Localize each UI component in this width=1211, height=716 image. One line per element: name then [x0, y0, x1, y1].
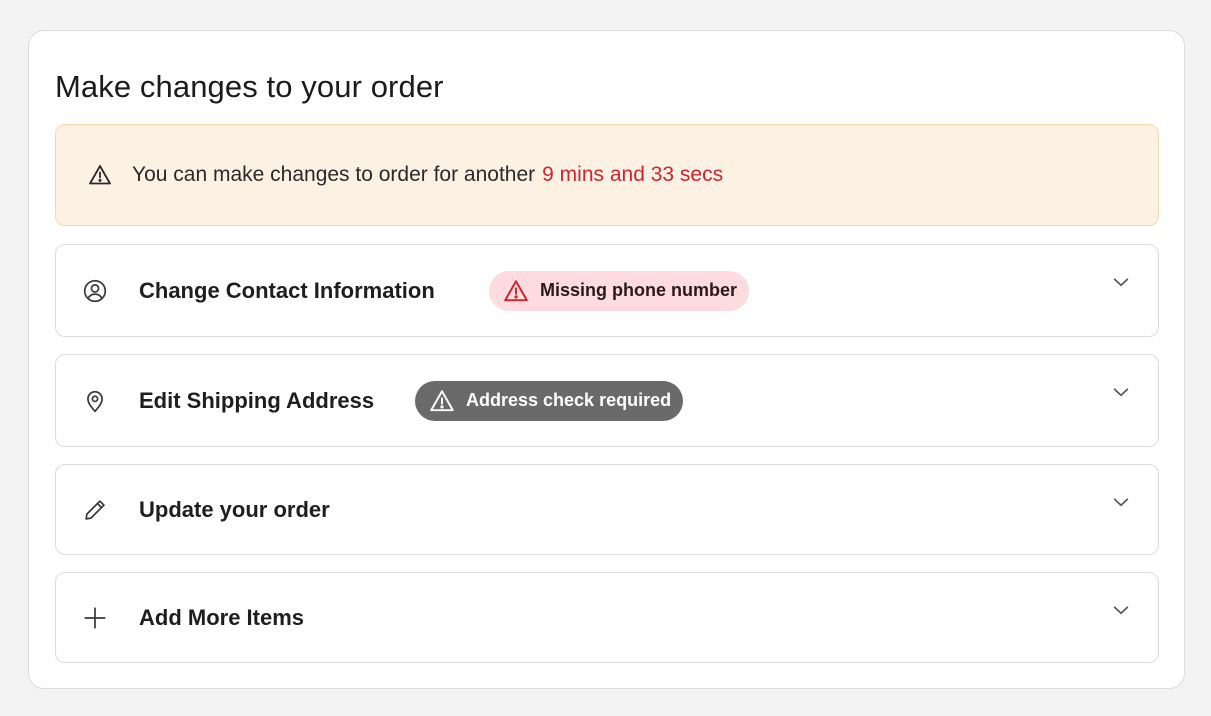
order-changes-card: Make changes to your order You can make …: [28, 30, 1185, 689]
missing-phone-badge: Missing phone number: [489, 270, 750, 311]
alert-text: You can make changes to order for anothe…: [132, 163, 536, 186]
pencil-icon: [82, 497, 108, 523]
time-remaining-alert: You can make changes to order for anothe…: [55, 124, 1159, 226]
warning-triangle-icon: [430, 389, 454, 411]
section-change-contact-information[interactable]: Change Contact Information Missing phone…: [55, 244, 1159, 337]
warning-triangle-icon: [504, 279, 528, 301]
plus-icon: [82, 605, 108, 631]
section-label: Update your order: [139, 496, 330, 522]
section-label: Edit Shipping Address: [139, 387, 375, 413]
section-add-more-items[interactable]: Add More Items: [55, 572, 1159, 663]
section-label: Add More Items: [139, 604, 305, 630]
chevron-down-icon[interactable]: [1110, 271, 1132, 293]
chevron-down-icon[interactable]: [1110, 491, 1132, 513]
location-pin-icon: [82, 388, 108, 414]
chevron-down-icon[interactable]: [1110, 381, 1132, 403]
page-title: Make changes to your order: [55, 69, 444, 104]
address-check-badge: Address check required: [415, 380, 684, 421]
user-circle-icon: [82, 278, 108, 304]
chevron-down-icon[interactable]: [1110, 599, 1132, 621]
badge-text: Missing phone number: [540, 280, 738, 300]
time-remaining: 9 mins and 33 secs: [542, 163, 724, 186]
section-label: Change Contact Information: [139, 277, 435, 303]
warning-triangle-icon: [89, 165, 111, 185]
section-update-your-order[interactable]: Update your order: [55, 464, 1159, 555]
section-edit-shipping-address[interactable]: Edit Shipping Address Address check requ…: [55, 354, 1159, 447]
badge-text: Address check required: [466, 390, 672, 410]
